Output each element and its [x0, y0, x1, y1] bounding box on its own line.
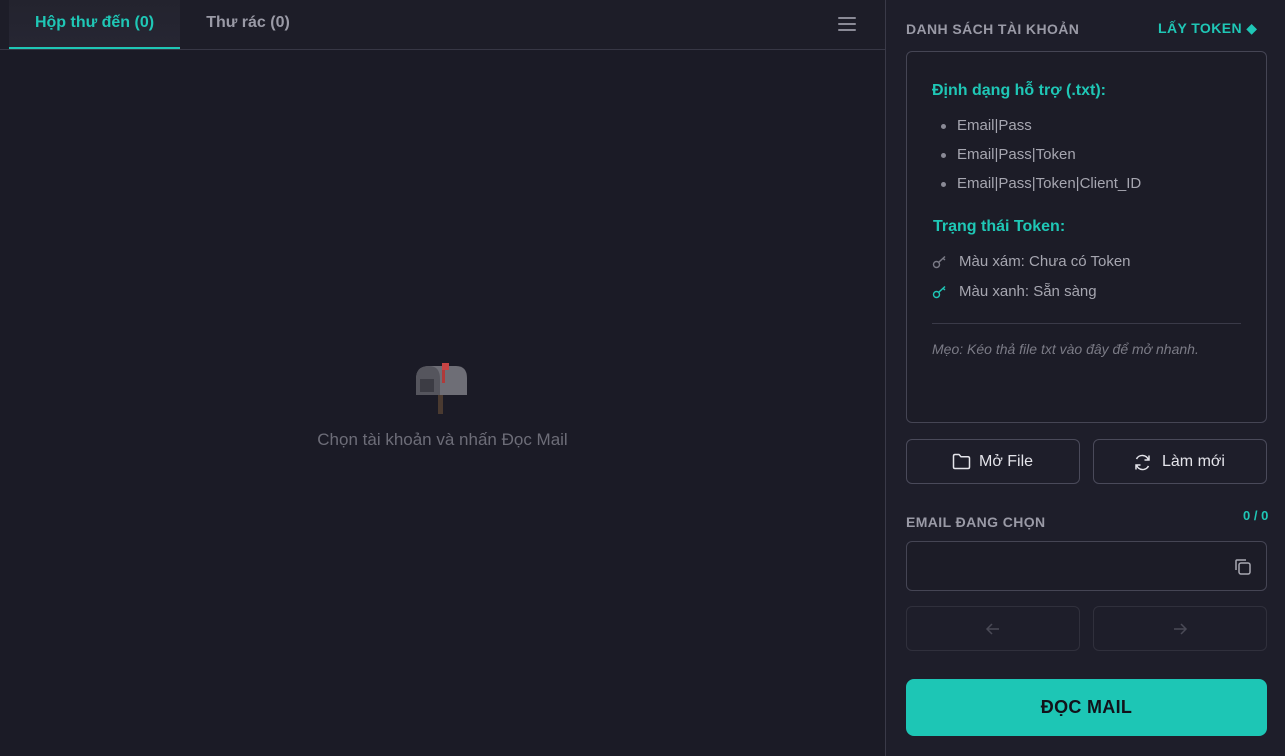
read-mail-button[interactable]: ĐỌC MAIL: [906, 679, 1267, 736]
tab-inbox[interactable]: Hộp thư đến (0): [9, 0, 180, 49]
account-list-dropzone[interactable]: Định dạng hỗ trợ (.txt): Email|Pass Emai…: [906, 51, 1267, 423]
previous-email-button[interactable]: [906, 606, 1080, 651]
arrow-right-icon: [1174, 623, 1188, 635]
key-gray-icon: [932, 255, 946, 269]
open-file-button[interactable]: Mở File: [906, 439, 1080, 484]
token-status-heading: Trạng thái Token:: [933, 218, 1066, 235]
next-email-button[interactable]: [1093, 606, 1267, 651]
mail-pane: Hộp thư đến (0) Thư rác (0) Chọn tài kho…: [0, 0, 885, 756]
accounts-title: DANH SÁCH TÀI KHOẢN: [906, 21, 1080, 37]
app-window: Hộp thư đến (0) Thư rác (0) Chọn tài kho…: [0, 0, 1285, 756]
arrow-left-icon: [985, 623, 999, 635]
empty-state: Chọn tài khoản và nhấn Đọc Mail: [0, 50, 885, 756]
email-counter: 0 / 0: [1243, 508, 1269, 523]
selected-email-field: [906, 541, 1267, 591]
key-green-icon: [932, 285, 946, 299]
mail-tabs: Hộp thư đến (0) Thư rác (0): [0, 0, 885, 50]
drag-drop-tip: Mẹo: Kéo thả file txt vào đây để mở nhan…: [932, 341, 1199, 357]
folder-icon: [952, 453, 971, 470]
copy-icon[interactable]: [1232, 556, 1254, 578]
refresh-button[interactable]: Làm mới: [1093, 439, 1267, 484]
formats-heading: Định dạng hỗ trợ (.txt):: [932, 82, 1107, 99]
selected-email-input[interactable]: [917, 542, 1217, 590]
selected-email-title: EMAIL ĐANG CHỌN: [906, 514, 1046, 530]
get-token-link[interactable]: LẤY TOKEN ◆: [1158, 20, 1257, 37]
empty-state-message: Chọn tài khoản và nhấn Đọc Mail: [317, 430, 568, 449]
refresh-icon: [1135, 454, 1150, 471]
menu-icon[interactable]: [834, 12, 860, 36]
mailbox-icon: [416, 363, 467, 414]
divider: [932, 323, 1241, 324]
account-panel: DANH SÁCH TÀI KHOẢN LẤY TOKEN ◆ Định dạn…: [885, 0, 1285, 756]
tab-spam[interactable]: Thư rác (0): [180, 0, 316, 49]
